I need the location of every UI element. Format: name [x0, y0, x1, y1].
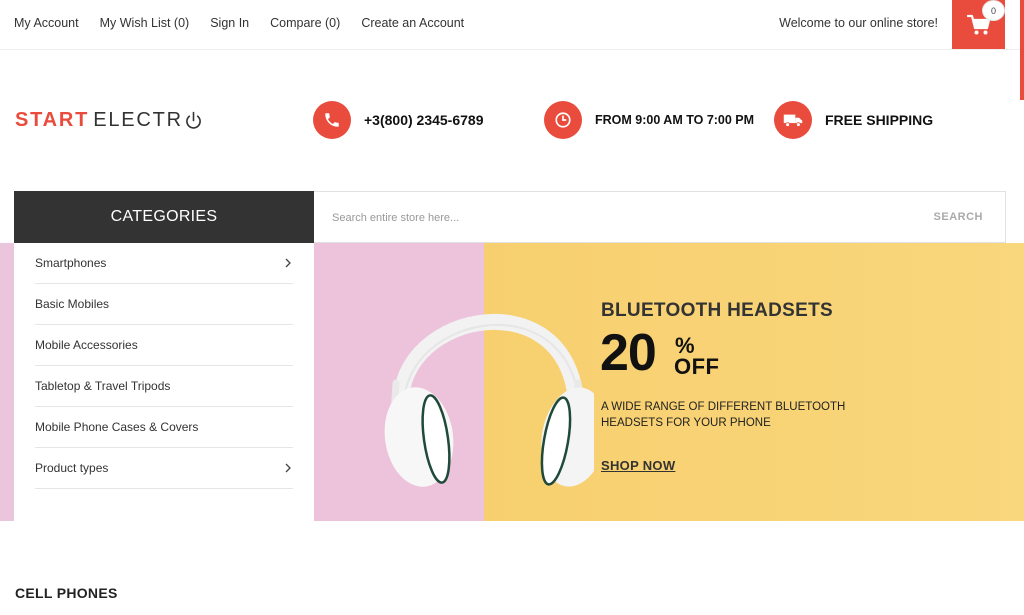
my-account-link[interactable]: My Account [14, 16, 79, 30]
cart-count-badge: 0 [982, 0, 1005, 21]
logo-text-electr: ELECTR [93, 109, 183, 131]
clock-icon-circle [544, 101, 582, 139]
category-list: Smartphones Basic Mobiles Mobile Accesso… [14, 243, 314, 521]
power-icon [186, 111, 201, 129]
category-label: Tabletop & Travel Tripods [35, 379, 171, 393]
compare-link[interactable]: Compare (0) [270, 16, 340, 30]
category-label: Basic Mobiles [35, 297, 110, 311]
sign-in-link[interactable]: Sign In [210, 16, 249, 30]
shipping-info: FREE SHIPPING [774, 101, 933, 139]
banner-left-edge [0, 243, 14, 521]
headphones-image [384, 313, 594, 487]
banner-description: A WIDE RANGE OF DIFFERENT BLUETOOTH HEAD… [601, 401, 846, 429]
category-item-cases-covers[interactable]: Mobile Phone Cases & Covers [35, 407, 293, 448]
search-button[interactable]: SEARCH [934, 211, 983, 223]
phone-icon-circle [313, 101, 351, 139]
edge-accent-strip [1020, 0, 1024, 100]
welcome-message: Welcome to our online store! [779, 16, 938, 30]
truck-icon-circle [774, 101, 812, 139]
category-label: Mobile Accessories [35, 338, 138, 352]
category-label: Product types [35, 461, 109, 475]
chevron-right-icon [285, 463, 291, 473]
banner-off-label: OFF [674, 354, 720, 379]
phone-info: +3(800) 2345-6789 [313, 101, 484, 139]
banner-discount-value: 20 [600, 324, 657, 382]
categories-title: CATEGORIES [110, 208, 218, 225]
top-bar: My Account My Wish List (0) Sign In Comp… [0, 0, 1024, 50]
create-account-link[interactable]: Create an Account [361, 16, 464, 30]
category-item-tripods[interactable]: Tabletop & Travel Tripods [35, 366, 293, 407]
site-logo[interactable]: START ELECTR [15, 109, 202, 132]
chevron-right-icon [285, 258, 291, 268]
truck-icon [783, 114, 803, 127]
banner-title: BLUETOOTH HEADSETS [601, 300, 834, 321]
wish-list-link[interactable]: My Wish List (0) [100, 16, 190, 30]
promo-banner[interactable]: BLUETOOTH HEADSETS 20 % OFF A WIDE RANGE… [314, 243, 1024, 521]
category-label: Mobile Phone Cases & Covers [35, 420, 199, 434]
shop-now-link[interactable]: SHOP NOW [601, 458, 675, 473]
search-input[interactable] [332, 208, 892, 228]
phone-number[interactable]: +3(800) 2345-6789 [364, 112, 484, 128]
search-bar: SEARCH [314, 191, 1006, 243]
phone-icon [325, 113, 339, 127]
top-links: My Account My Wish List (0) Sign In Comp… [14, 16, 485, 30]
store-hours: FROM 9:00 AM TO 7:00 PM [595, 113, 755, 127]
category-item-smartphones[interactable]: Smartphones [35, 243, 293, 284]
logo-text-start: START [15, 109, 90, 131]
section-title-cell-phones: CELL PHONES [15, 585, 118, 601]
free-shipping-label: FREE SHIPPING [825, 112, 934, 128]
categories-header[interactable]: CATEGORIES [14, 191, 314, 243]
hours-info: FROM 9:00 AM TO 7:00 PM [544, 101, 754, 139]
category-item-basic-mobiles[interactable]: Basic Mobiles [35, 284, 293, 325]
category-item-product-types[interactable]: Product types [35, 448, 293, 489]
category-label: Smartphones [35, 256, 107, 270]
category-item-mobile-accessories[interactable]: Mobile Accessories [35, 325, 293, 366]
clock-icon [555, 112, 571, 128]
